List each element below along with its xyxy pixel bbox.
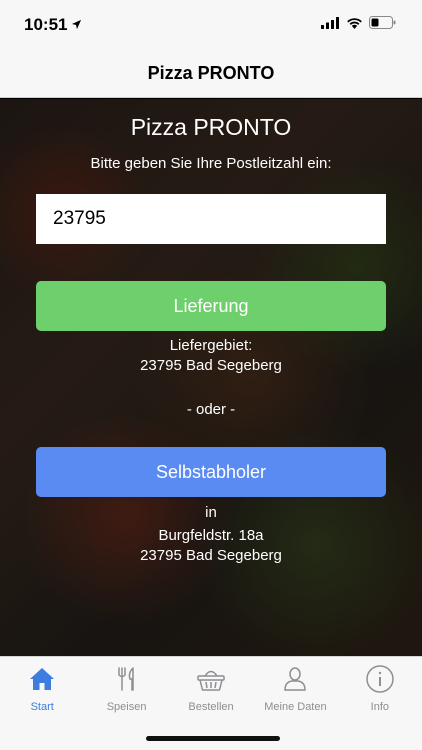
status-right [321, 16, 396, 34]
person-icon [280, 664, 310, 694]
in-label: in [205, 504, 217, 521]
tab-label-meine-daten: Meine Daten [264, 701, 327, 713]
nav-title: Pizza PRONTO [147, 63, 275, 83]
battery-icon [369, 16, 396, 34]
home-indicator [146, 736, 280, 741]
tab-label-start: Start [30, 701, 54, 713]
info-icon [365, 664, 395, 694]
delivery-button[interactable]: Lieferung [36, 281, 386, 331]
zip-input[interactable] [36, 194, 386, 244]
location-arrow-icon [71, 15, 82, 35]
pickup-button[interactable]: Selbstabholer [36, 447, 386, 497]
delivery-area-label: Liefergebiet: [169, 337, 253, 354]
tab-info[interactable]: Info [338, 657, 422, 750]
tab-label-info: Info [370, 701, 389, 713]
cellular-signal-icon [321, 16, 340, 34]
status-bar: 10:51 [0, 0, 422, 50]
navigation-bar: Pizza PRONTO [0, 50, 422, 98]
status-left: 10:51 [24, 15, 82, 35]
status-time: 10:51 [24, 15, 68, 34]
tab-label-speisen: Speisen [106, 701, 147, 713]
address-city: 23795 Bad Segeberg [140, 547, 282, 564]
shop-title: Pizza PRONTO [130, 114, 292, 140]
home-icon [27, 664, 57, 694]
address-street: Burgfeldstr. 18a [158, 527, 264, 544]
main-content: Pizza PRONTO Bitte geben Sie Ihre Postle… [0, 99, 422, 656]
tab-start[interactable]: Start [0, 657, 84, 750]
basket-icon [196, 664, 226, 694]
cutlery-icon [112, 664, 142, 694]
tab-label-bestellen: Bestellen [188, 701, 234, 713]
or-separator: - oder - [186, 401, 236, 418]
wifi-icon [346, 16, 363, 34]
zip-prompt: Bitte geben Sie Ihre Postleitzahl ein: [90, 155, 332, 172]
delivery-area-value: 23795 Bad Segeberg [140, 357, 282, 374]
